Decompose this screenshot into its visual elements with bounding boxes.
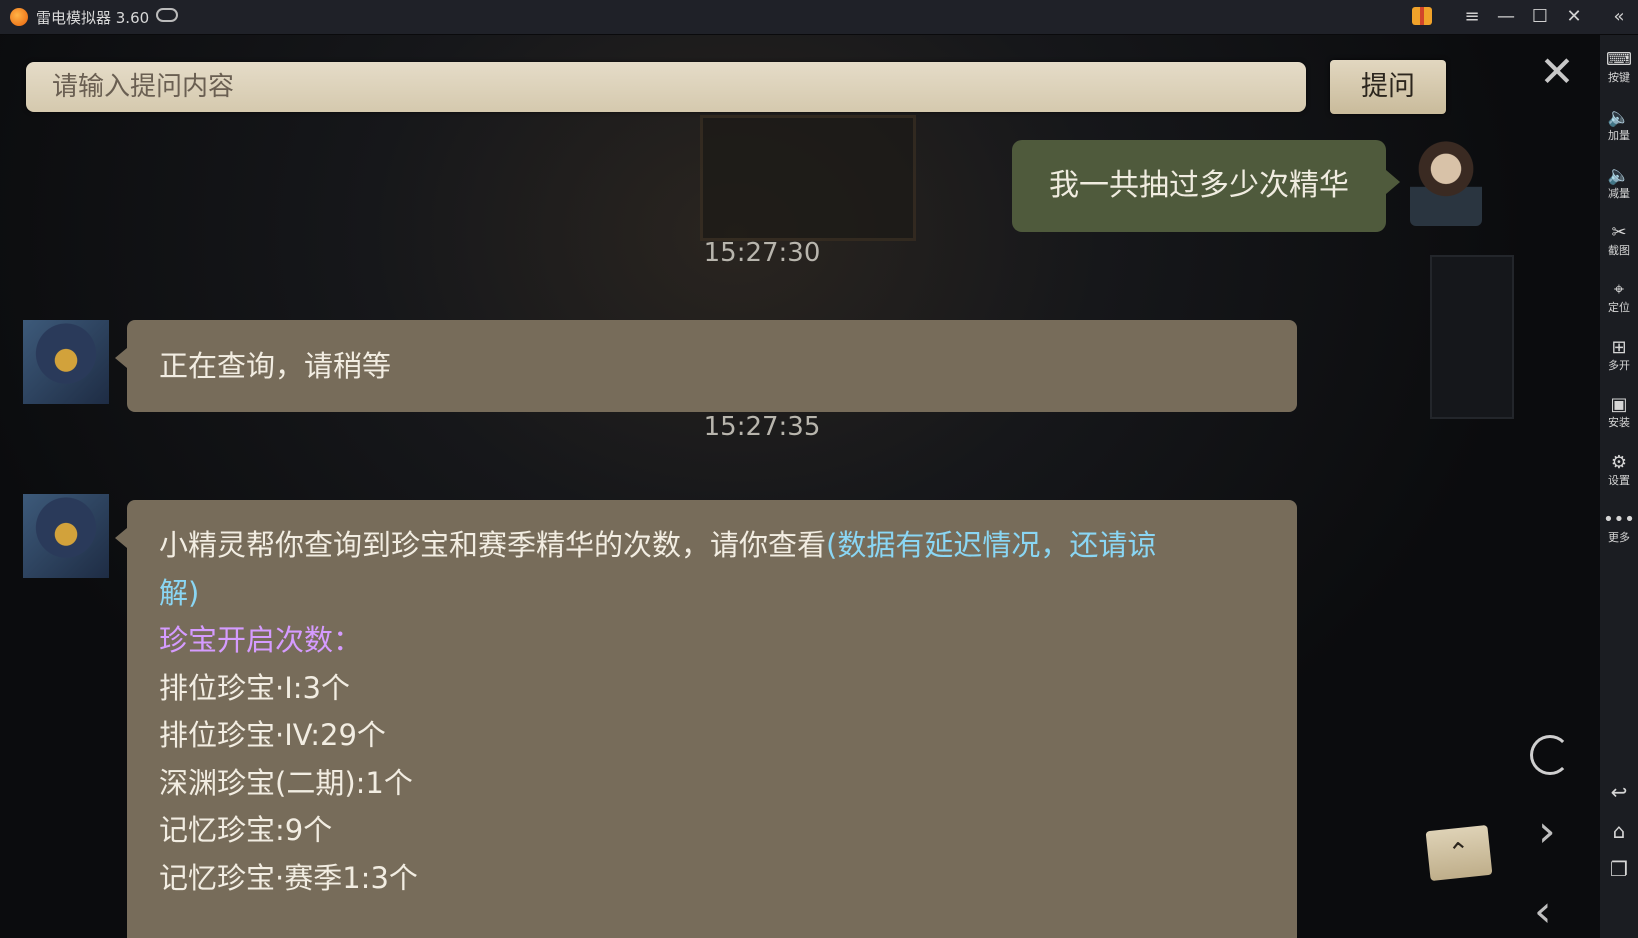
window-title: 雷电模拟器 3.60 xyxy=(36,9,150,27)
toolbar-label: 减量 xyxy=(1608,187,1630,200)
bot-message-bubble: 正在查询，请稍等 xyxy=(115,320,1297,412)
next-icon[interactable]: › xyxy=(1538,810,1556,854)
app-logo-icon xyxy=(10,8,28,26)
volume-down-icon: 🔈 xyxy=(1607,165,1631,186)
home-icon[interactable]: ⌂ xyxy=(1600,819,1638,843)
collapse-toolbar-button[interactable]: « xyxy=(1605,4,1633,30)
background-window xyxy=(1430,255,1514,419)
user-message-bubble: 我一共抽过多少次精华 xyxy=(1012,140,1400,232)
list-item: 排位珍宝·I:3个 xyxy=(159,670,350,705)
list-item: 排位珍宝·IV:29个 xyxy=(159,718,386,752)
reply-intro: 小精灵帮你查询到珍宝和赛季精华的次数，请你查看 xyxy=(159,528,827,562)
toolbar-label: 安装 xyxy=(1608,416,1630,429)
gift-icon[interactable] xyxy=(1412,7,1432,25)
menu-button[interactable]: ≡ xyxy=(1458,4,1486,30)
toolbar-label: 设置 xyxy=(1608,474,1630,487)
toolbar-label: 更多 xyxy=(1608,531,1630,544)
question-search-bar xyxy=(26,62,1306,112)
bot-avatar xyxy=(23,494,109,578)
section-title: 珍宝开启次数： xyxy=(159,623,363,657)
toolbar-item-volume-up[interactable]: 🔈 加量 xyxy=(1600,101,1638,157)
close-icon[interactable]: ✕ xyxy=(1537,51,1577,93)
toolbar-label: 按键 xyxy=(1608,71,1630,84)
scroll-top-button[interactable]: ⌃ xyxy=(1425,824,1493,882)
timestamp: 15:27:30 xyxy=(703,238,821,268)
bot-message-text: 小精灵帮你查询到珍宝和赛季精华的次数，请你查看(数据有延迟情况，还请谅 解) 珍… xyxy=(159,522,1237,902)
bot-message-text: 正在查询，请稍等 xyxy=(159,349,392,383)
bot-message-bubble: 小精灵帮你查询到珍宝和赛季精华的次数，请你查看(数据有延迟情况，还请谅 解) 珍… xyxy=(115,500,1297,938)
toolbar-item-screenshot[interactable]: ✂ 截图 xyxy=(1600,216,1638,272)
title-bar: 雷电模拟器 3.60 ≡ — ☐ ✕ « xyxy=(0,0,1638,35)
keyboard-icon: ⌨ xyxy=(1606,49,1632,70)
scissors-icon: ✂ xyxy=(1611,222,1627,243)
list-item: 记忆珍宝·赛季1:3个 xyxy=(159,860,418,895)
toolbar-item-settings[interactable]: ⚙ 设置 xyxy=(1600,446,1638,502)
prev-icon[interactable]: ‹ xyxy=(1534,890,1552,934)
ask-button[interactable]: 提问 xyxy=(1330,60,1446,114)
maximize-button[interactable]: ☐ xyxy=(1526,4,1554,30)
more-icon: ••• xyxy=(1603,509,1635,530)
location-icon: ⌖ xyxy=(1613,279,1625,300)
multi-open-icon: ⊞ xyxy=(1611,337,1627,358)
toolbar-label: 截图 xyxy=(1608,244,1630,257)
volume-up-icon: 🔈 xyxy=(1607,107,1631,128)
toolbar-item-keys[interactable]: ⌨ 按键 xyxy=(1600,43,1638,99)
recent-apps-icon[interactable]: ❐ xyxy=(1600,857,1638,881)
toolbar-item-install[interactable]: ▣ 安装 xyxy=(1600,388,1638,444)
timestamp: 15:27:35 xyxy=(703,412,821,442)
question-input[interactable] xyxy=(26,62,1306,112)
toolbar-label: 加量 xyxy=(1608,129,1630,142)
minimize-button[interactable]: — xyxy=(1492,4,1520,30)
toolbar-item-volume-down[interactable]: 🔈 减量 xyxy=(1600,159,1638,215)
close-window-button[interactable]: ✕ xyxy=(1560,4,1588,30)
emulator-toolbar: ⌨ 按键 🔈 加量 🔈 减量 ✂ 截图 ⌖ 定位 ⊞ 多开 ▣ 安装 ⚙ 设置 … xyxy=(1600,35,1638,938)
background-painting xyxy=(700,115,916,241)
toolbar-item-multi-open[interactable]: ⊞ 多开 xyxy=(1600,331,1638,387)
refresh-icon[interactable] xyxy=(1530,735,1570,775)
back-icon[interactable]: ↩ xyxy=(1600,780,1638,804)
toolbar-item-location[interactable]: ⌖ 定位 xyxy=(1600,273,1638,329)
delay-note-end: 解) xyxy=(159,575,200,610)
gamepad-icon[interactable] xyxy=(156,8,178,22)
list-item: 深渊珍宝(二期):1个 xyxy=(159,765,413,800)
bot-avatar xyxy=(23,320,109,404)
apk-install-icon: ▣ xyxy=(1610,394,1628,415)
user-avatar xyxy=(1410,138,1482,226)
list-item: 记忆珍宝:9个 xyxy=(159,813,333,847)
toolbar-label: 多开 xyxy=(1608,359,1630,372)
delay-note: (数据有延迟情况，还请谅 xyxy=(826,528,1157,562)
toolbar-label: 定位 xyxy=(1608,301,1630,314)
toolbar-item-more[interactable]: ••• 更多 xyxy=(1600,503,1638,559)
settings-icon: ⚙ xyxy=(1610,452,1628,473)
